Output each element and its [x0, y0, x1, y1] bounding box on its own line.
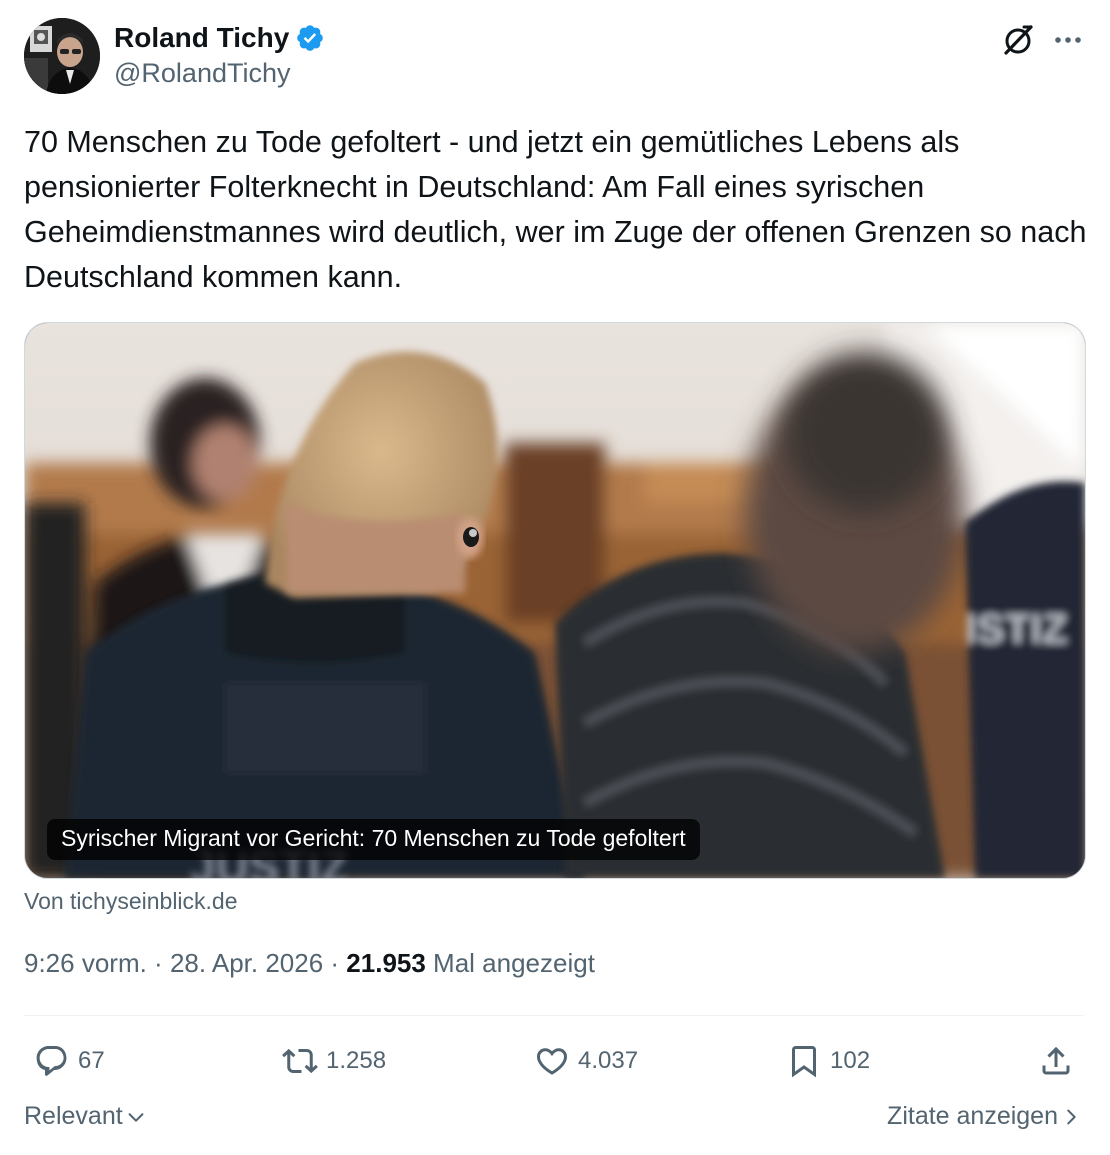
author-handle[interactable]: @RolandTichy — [114, 58, 325, 89]
share-icon — [1042, 1046, 1070, 1075]
view-quotes-link[interactable]: Zitate anzeigen — [887, 1102, 1082, 1131]
bookmark-count: 102 — [830, 1047, 871, 1074]
tweet-meta: 9:26 vorm. · 28. Apr. 2026 · 21.953 Mal … — [24, 948, 595, 979]
divider — [24, 1015, 1084, 1016]
card-source[interactable]: Von tichyseinblick.de — [24, 888, 238, 915]
heart-icon — [536, 1048, 568, 1075]
card-caption: Syrischer Migrant vor Gericht: 70 Mensch… — [47, 819, 700, 860]
reply-icon — [36, 1046, 67, 1076]
author-block: Roland Tichy @RolandTichy — [114, 18, 325, 89]
tweet-time[interactable]: 9:26 vorm. — [24, 948, 147, 978]
repost-icon — [282, 1048, 318, 1074]
sort-label: Relevant — [24, 1102, 123, 1130]
share-button[interactable] — [1038, 1038, 1074, 1084]
bookmark-icon — [792, 1046, 816, 1078]
reply-button[interactable]: 67 — [34, 1038, 105, 1084]
sort-replies-dropdown[interactable]: Relevant — [24, 1102, 147, 1131]
chevron-right-icon — [1067, 1109, 1076, 1124]
author-name[interactable]: Roland Tichy — [114, 22, 289, 54]
verified-badge-icon[interactable] — [295, 23, 325, 53]
link-card[interactable]: ISTIZ JUSTIZ Syrischer Migrant vor Geric… — [24, 322, 1086, 879]
chevron-down-icon — [128, 1112, 144, 1122]
card-image: ISTIZ JUSTIZ — [25, 323, 1085, 878]
meta-separator: · — [146, 948, 170, 978]
action-bar: 67 1.258 4.037 102 — [24, 1038, 1084, 1084]
repost-count: 1.258 — [326, 1047, 387, 1074]
quotes-label: Zitate anzeigen — [887, 1102, 1058, 1130]
bookmark-button[interactable]: 102 — [786, 1038, 870, 1084]
tweet-date[interactable]: 28. Apr. 2026 — [170, 948, 323, 978]
svg-text:ISTIZ: ISTIZ — [965, 605, 1068, 652]
like-button[interactable]: 4.037 — [534, 1038, 638, 1084]
avatar-image — [24, 18, 100, 94]
tweet-text: 70 Menschen zu Tode gefoltert - und jetz… — [24, 125, 1087, 294]
repost-button[interactable]: 1.258 — [282, 1038, 386, 1084]
reply-count: 67 — [78, 1047, 105, 1074]
grok-icon[interactable] — [1000, 22, 1036, 58]
more-options-icon[interactable] — [1050, 24, 1086, 56]
view-count-label: Mal angezeigt — [425, 948, 595, 978]
like-count: 4.037 — [578, 1047, 639, 1074]
author-avatar[interactable] — [24, 18, 100, 94]
view-count[interactable]: 21.953 — [346, 948, 426, 978]
meta-separator: · — [323, 948, 347, 978]
